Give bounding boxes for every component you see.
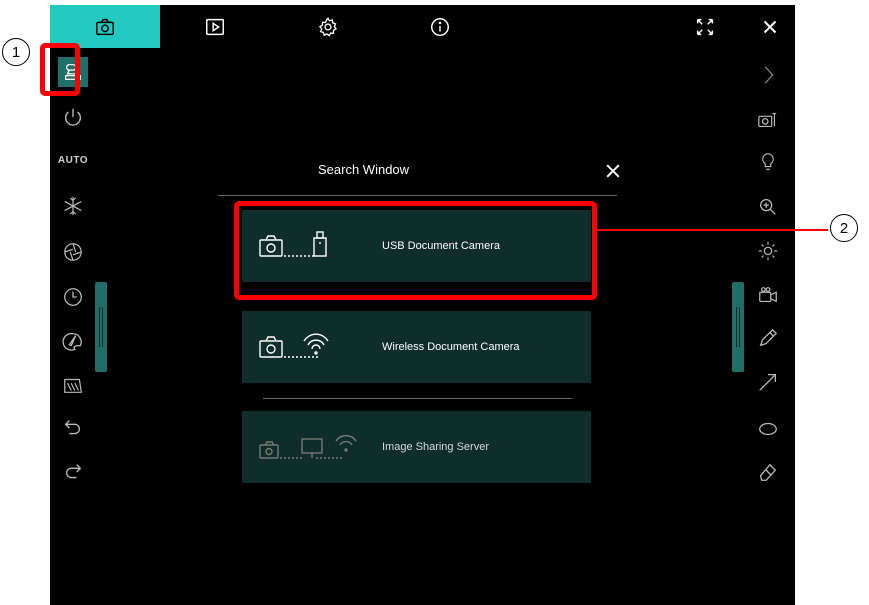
zoom-button[interactable]: [753, 192, 783, 222]
timer-icon: [64, 288, 82, 306]
callout-1: 1: [2, 38, 30, 66]
zoom-in-icon: [760, 199, 776, 215]
image-sharing-server-icon: [259, 435, 357, 459]
options-divider: [263, 398, 572, 399]
callout-2-leader-line: [596, 229, 828, 231]
fullscreen-button[interactable]: [690, 5, 720, 48]
playback-tab-icon: [206, 18, 224, 35]
eraser-button[interactable]: [753, 457, 783, 487]
timer-button[interactable]: [58, 282, 88, 312]
brightness-button[interactable]: [753, 236, 783, 266]
brightness-icon: [758, 241, 778, 261]
wireless-camera-icon: [259, 333, 329, 358]
power-button[interactable]: [58, 102, 88, 132]
info-tab[interactable]: [420, 5, 460, 48]
right-drawer-handle[interactable]: [732, 282, 744, 372]
auto-label: AUTO: [57, 154, 89, 166]
undo-button[interactable]: [58, 413, 88, 443]
chevron-right-icon: [764, 66, 774, 84]
title-divider: [218, 195, 617, 196]
collapse-toolbar-button[interactable]: [753, 60, 783, 90]
redo-button[interactable]: [58, 457, 88, 487]
undo-icon: [64, 420, 81, 435]
highlight-box-1: [40, 43, 80, 96]
highlight-box-2: [234, 201, 597, 300]
image-sharing-server-option[interactable]: Image Sharing Server: [242, 411, 591, 483]
power-icon: [64, 108, 82, 126]
left-drawer-handle[interactable]: [95, 282, 107, 372]
aperture-icon: [64, 243, 82, 261]
arrow-button[interactable]: [753, 367, 783, 397]
freeze-button[interactable]: [58, 191, 88, 221]
settings-tab[interactable]: [308, 5, 348, 48]
auto-button[interactable]: AUTO: [58, 145, 88, 175]
filter-icon: [64, 378, 82, 393]
search-window-title: Search Window: [318, 162, 410, 177]
camera-settings-icon: [758, 112, 777, 128]
info-tab-icon: [431, 17, 449, 36]
lamp-button[interactable]: [753, 147, 783, 177]
playback-tab[interactable]: [195, 5, 235, 48]
record-icon: [759, 287, 777, 303]
option-label: Image Sharing Server: [382, 441, 489, 453]
arrow-icon: [759, 374, 776, 391]
option-label: Wireless Document Camera: [382, 341, 520, 353]
camera-tab-icon: [96, 18, 114, 35]
camera-tab[interactable]: [50, 5, 160, 48]
ellipse-button[interactable]: [753, 414, 783, 444]
redo-icon: [65, 464, 82, 479]
pen-button[interactable]: [753, 323, 783, 353]
paint-button[interactable]: [58, 327, 88, 357]
paint-icon: [62, 332, 82, 351]
close-icon: [763, 20, 777, 33]
camera-settings-button[interactable]: [753, 105, 783, 135]
lamp-icon: [762, 153, 774, 170]
record-button[interactable]: [753, 280, 783, 310]
search-window-close-button[interactable]: [602, 160, 624, 182]
aperture-button[interactable]: [58, 237, 88, 267]
ellipse-icon: [759, 422, 777, 436]
app-window: AUTO: [50, 5, 795, 605]
close-app-button[interactable]: [755, 5, 785, 48]
close-icon: [606, 164, 620, 178]
settings-tab-icon: [318, 16, 338, 37]
pen-icon: [759, 328, 778, 347]
fullscreen-icon: [696, 18, 714, 35]
freeze-icon: [64, 196, 82, 216]
callout-2: 2: [830, 214, 858, 242]
filter-button[interactable]: [58, 370, 88, 400]
eraser-icon: [759, 463, 777, 481]
wireless-document-camera-option[interactable]: Wireless Document Camera: [242, 311, 591, 383]
